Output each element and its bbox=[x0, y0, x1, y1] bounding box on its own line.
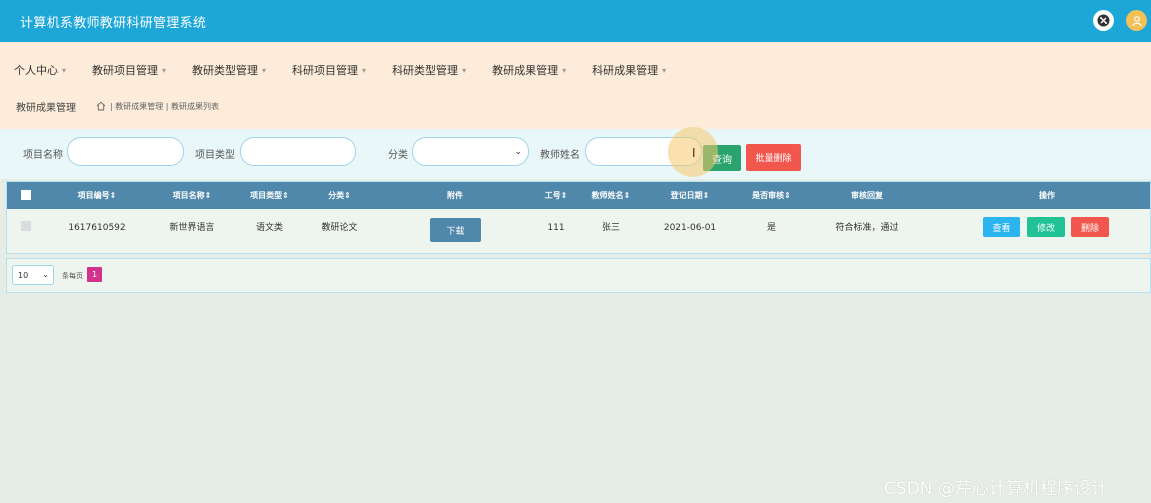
pagination: 10 ⌄ 条每页 1 bbox=[6, 258, 1151, 293]
top-header: 计算机系教师教研科研管理系统 bbox=[0, 0, 1151, 42]
query-button[interactable]: 查询 bbox=[703, 145, 741, 171]
col-reply: 审核回复 bbox=[851, 191, 883, 200]
nav-item-personal-center[interactable]: 个人中心 ▾ bbox=[14, 60, 66, 80]
col-attachment: 附件 bbox=[447, 191, 463, 200]
nav-item-research-type[interactable]: 科研类型管理 ▾ bbox=[392, 60, 466, 80]
nav-menu: 个人中心 ▾ 教研项目管理 ▾ 教研类型管理 ▾ 科研项目管理 ▾ 科研类型管理 ▾ 教研… bbox=[14, 60, 692, 80]
page-size-select[interactable]: 10 ⌄ bbox=[12, 265, 54, 285]
nav-item-research-project[interactable]: 科研项目管理 ▾ bbox=[292, 60, 366, 80]
chevron-down-icon: ▾ bbox=[562, 65, 567, 75]
project-type-input[interactable] bbox=[240, 137, 356, 166]
tools-glyph bbox=[1097, 14, 1110, 27]
cell-teacher-name: 张三 bbox=[601, 223, 620, 233]
col-actions: 操作 bbox=[1039, 191, 1055, 200]
page-size-value: 10 bbox=[18, 271, 29, 280]
nav-item-label: 教研项目管理 bbox=[92, 64, 159, 77]
page-section-title: 教研成果管理 bbox=[16, 103, 76, 114]
cell-project-type: 语文类 bbox=[255, 223, 283, 233]
nav-item-teaching-project[interactable]: 教研项目管理 ▾ bbox=[92, 60, 166, 80]
teacher-name-label: 教师姓名 bbox=[540, 150, 580, 161]
col-category[interactable]: 分类⇕ bbox=[307, 182, 372, 209]
cell-project-no: 1617610592 bbox=[68, 223, 126, 233]
category-select[interactable]: ⌄ bbox=[412, 137, 529, 166]
select-all-checkbox[interactable] bbox=[21, 190, 31, 200]
nav-item-label: 个人中心 bbox=[14, 64, 58, 77]
chevron-down-icon: ⌄ bbox=[514, 147, 522, 157]
home-glyph bbox=[96, 101, 106, 111]
teacher-name-input[interactable] bbox=[585, 137, 702, 166]
project-name-input[interactable] bbox=[67, 137, 184, 166]
breadcrumb: 教研成果管理 | 教研成果管理 | 教研成果列表 bbox=[16, 99, 219, 114]
nav-item-label: 科研项目管理 bbox=[292, 64, 359, 77]
home-icon[interactable] bbox=[96, 101, 107, 112]
cell-audited: 是 bbox=[766, 223, 776, 233]
tools-icon[interactable] bbox=[1093, 10, 1114, 31]
category-label: 分类 bbox=[388, 150, 408, 161]
table-row: 1617610592 新世界语言 语文类 教研论文 下载 111 张三 2021… bbox=[7, 209, 1150, 253]
chevron-down-icon: ▾ bbox=[62, 65, 67, 75]
col-project-no[interactable]: 项目编号⇕ bbox=[57, 182, 137, 209]
per-page-label: 条每页 bbox=[62, 272, 83, 280]
page-number-button[interactable]: 1 bbox=[87, 267, 102, 282]
nav-item-label: 教研成果管理 bbox=[492, 64, 559, 77]
nav-item-teaching-type[interactable]: 教研类型管理 ▾ bbox=[192, 60, 266, 80]
cell-reply: 符合标准，通过 bbox=[835, 223, 899, 233]
batch-delete-button[interactable]: 批量删除 bbox=[746, 144, 801, 171]
col-teacher-name[interactable]: 教师姓名⇕ bbox=[581, 182, 641, 209]
delete-button[interactable]: 删除 bbox=[1071, 217, 1109, 237]
chevron-down-icon: ⌄ bbox=[42, 270, 49, 279]
search-bar: 项目名称 项目类型 分类 ⌄ 教师姓名 查询 批量删除 bbox=[0, 129, 1151, 179]
app-title: 计算机系教师教研科研管理系统 bbox=[20, 16, 207, 31]
download-button[interactable]: 下载 bbox=[430, 218, 481, 242]
nav-item-label: 科研类型管理 bbox=[392, 64, 459, 77]
user-glyph bbox=[1131, 15, 1142, 26]
cell-date: 2021-06-01 bbox=[663, 223, 717, 233]
col-staff-no[interactable]: 工号⇕ bbox=[532, 182, 580, 209]
view-button[interactable]: 查看 bbox=[983, 217, 1020, 237]
nav-item-teaching-results[interactable]: 教研成果管理 ▾ bbox=[492, 60, 566, 80]
col-audited[interactable]: 是否审核⇕ bbox=[739, 182, 804, 209]
cell-staff-no: 111 bbox=[547, 223, 565, 233]
text-cursor-icon: I bbox=[692, 146, 696, 160]
project-type-label: 项目类型 bbox=[195, 150, 235, 161]
cell-category: 教研论文 bbox=[321, 223, 358, 233]
cell-project-name: 新世界语言 bbox=[169, 223, 215, 233]
project-name-label: 项目名称 bbox=[23, 150, 63, 161]
col-project-type[interactable]: 项目类型⇕ bbox=[232, 182, 307, 209]
results-table: 项目编号⇕ 项目名称⇕ 项目类型⇕ 分类⇕ 附件 工号⇕ 教师姓名⇕ 登记日期⇕… bbox=[6, 181, 1151, 254]
chevron-down-icon: ▾ bbox=[362, 65, 367, 75]
chevron-down-icon: ▾ bbox=[462, 65, 467, 75]
col-project-name[interactable]: 项目名称⇕ bbox=[152, 182, 232, 209]
nav-item-label: 教研类型管理 bbox=[192, 64, 259, 77]
col-date[interactable]: 登记日期⇕ bbox=[655, 182, 725, 209]
chevron-down-icon: ▾ bbox=[662, 65, 667, 75]
chevron-down-icon: ▾ bbox=[162, 65, 167, 75]
row-checkbox[interactable] bbox=[21, 221, 31, 231]
watermark: CSDN @芹心计算机程序设计 bbox=[884, 479, 1108, 499]
breadcrumb-path: | 教研成果管理 | 教研成果列表 bbox=[110, 102, 220, 111]
nav-item-research-results[interactable]: 科研成果管理 ▾ bbox=[592, 60, 666, 80]
table-header: 项目编号⇕ 项目名称⇕ 项目类型⇕ 分类⇕ 附件 工号⇕ 教师姓名⇕ 登记日期⇕… bbox=[7, 182, 1150, 209]
nav-bar: 个人中心 ▾ 教研项目管理 ▾ 教研类型管理 ▾ 科研项目管理 ▾ 科研类型管理 ▾ 教研… bbox=[0, 42, 1151, 129]
chevron-down-icon: ▾ bbox=[262, 65, 267, 75]
nav-item-label: 科研成果管理 bbox=[592, 64, 659, 77]
user-avatar-icon[interactable] bbox=[1126, 10, 1147, 31]
edit-button[interactable]: 修改 bbox=[1027, 217, 1065, 237]
